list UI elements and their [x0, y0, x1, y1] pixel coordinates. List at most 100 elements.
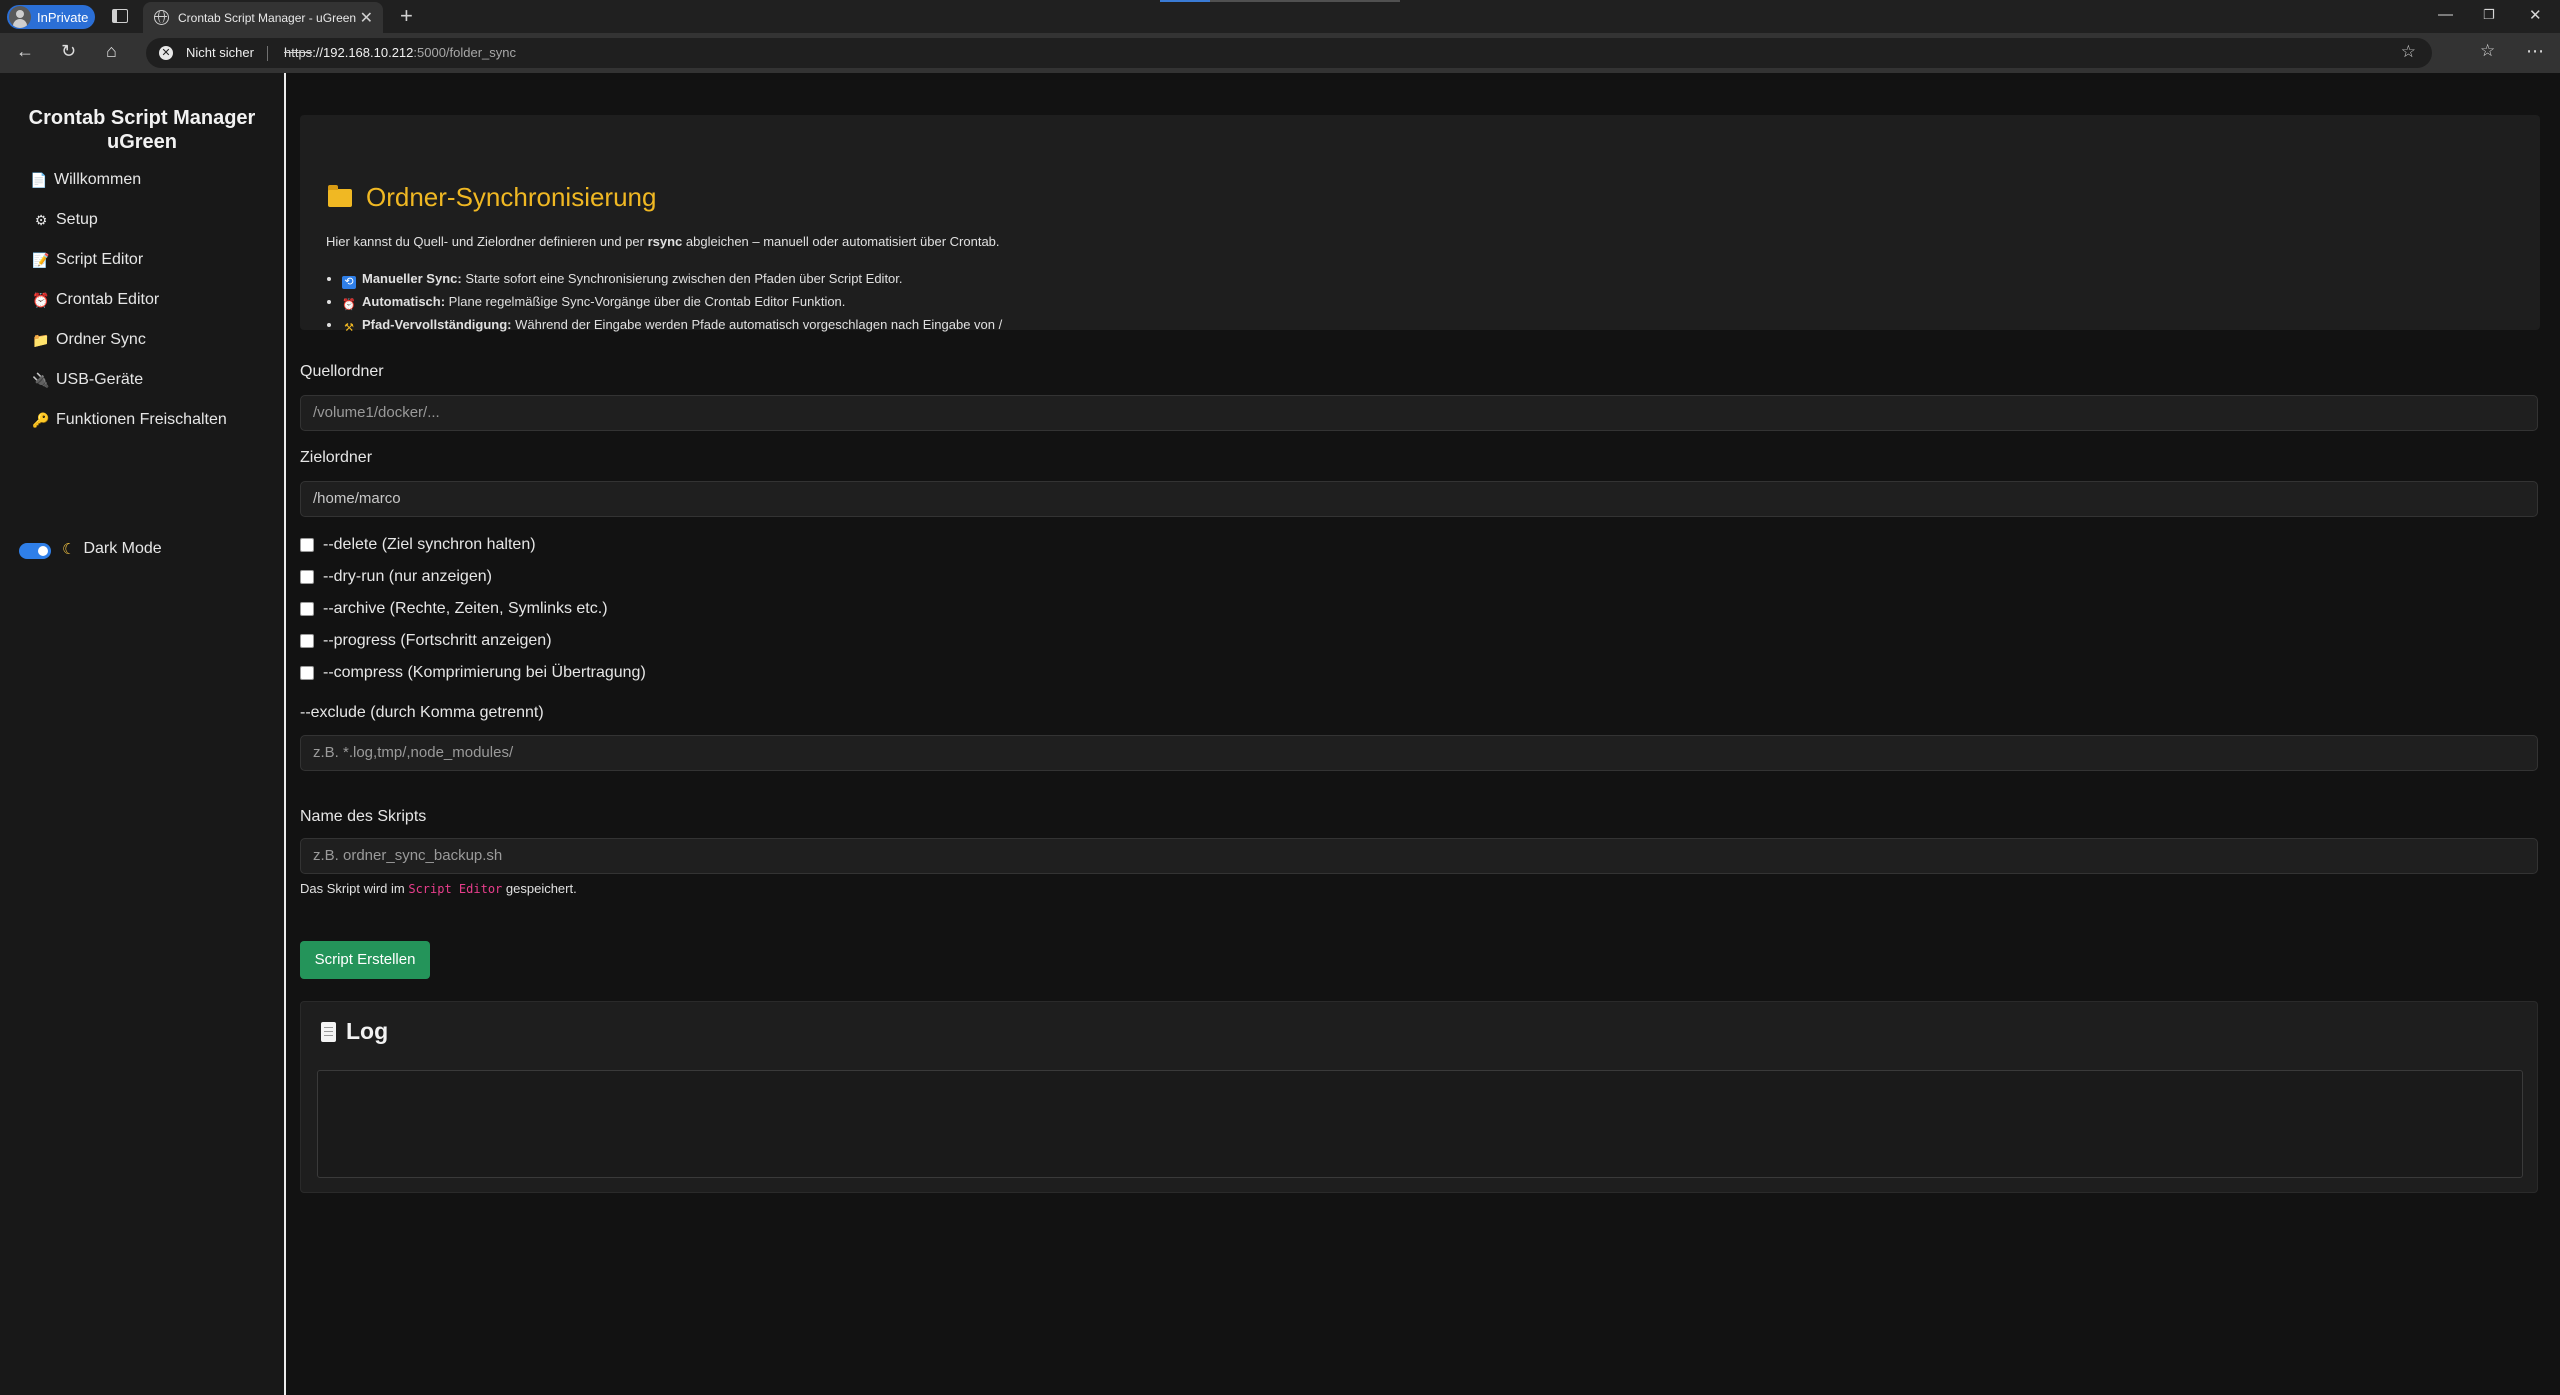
reload-icon[interactable]: ↻	[61, 41, 76, 62]
bullet-text: Plane regelmäßige Sync-Vorgänge über die…	[445, 294, 846, 309]
option-dry-run-label: --dry-run (nur anzeigen)	[323, 568, 492, 585]
moon-icon: ☾	[62, 541, 76, 558]
notepad-icon: 📝	[32, 251, 50, 268]
not-secure-icon[interactable]: ✕	[159, 46, 173, 60]
browser-toolbar: ← ↻ ⌂ ✕ Nicht sicher https://192.168.10.…	[0, 33, 2560, 73]
tools-icon: ⚒	[344, 322, 354, 334]
window-close-icon[interactable]: ✕	[2529, 6, 2542, 24]
sidebar-item-usb-geraete[interactable]: 🔌 USB-Geräte	[30, 371, 143, 389]
favorites-icon[interactable]: ☆	[2480, 41, 2495, 61]
restore-icon[interactable]: ❐	[2483, 7, 2495, 23]
folder-open-icon	[328, 184, 352, 207]
option-delete-checkbox[interactable]	[300, 538, 314, 552]
document-icon: 📄	[30, 171, 48, 188]
alarm-clock-icon: ⏰	[342, 299, 356, 311]
minimize-icon[interactable]: —	[2438, 6, 2453, 23]
gear-icon: ⚙	[34, 211, 48, 228]
sidebar-title: Crontab Script Manager uGreen	[28, 107, 256, 153]
script-name-label: Name des Skripts	[300, 808, 427, 825]
exclude-input[interactable]: z.B. *.log,tmp/,node_modules/	[300, 735, 2538, 771]
dark-mode-label: ☾ Dark Mode	[62, 540, 162, 558]
log-title-text: Log	[346, 1018, 389, 1044]
intro-card: Ordner-Synchronisierung Hier kannst du Q…	[300, 115, 2540, 334]
favorite-star-icon[interactable]: ☆	[2401, 42, 2416, 62]
sidebar-item-ordner-sync[interactable]: 📁 Ordner Sync	[30, 331, 146, 349]
url-path: :5000/folder_sync	[413, 45, 517, 60]
option-archive-checkbox[interactable]	[300, 602, 314, 616]
source-folder-label: Quellordner	[300, 363, 384, 380]
address-bar[interactable]: ✕ Nicht sicher https://192.168.10.212:50…	[146, 38, 2432, 68]
inprivate-badge[interactable]: InPrivate	[7, 5, 95, 29]
browser-titlebar: InPrivate Crontab Script Manager - uGree…	[0, 0, 2560, 33]
option-compress-row[interactable]: --compress (Komprimierung bei Übertragun…	[300, 664, 646, 682]
more-menu-icon[interactable]: ⋯	[2526, 41, 2544, 62]
source-folder-input[interactable]: /volume1/docker/...	[300, 395, 2538, 431]
hint-code: Script Editor	[408, 882, 503, 896]
intro-text-pre: Hier kannst du Quell- und Zielordner def…	[326, 234, 648, 249]
feature-list: ⟲ Manueller Sync: Starte sofort eine Sync…	[326, 271, 1002, 340]
sidebar-item-label: Crontab Editor	[56, 291, 160, 308]
target-folder-input[interactable]: /home/marco	[300, 481, 2538, 517]
script-save-hint: Das Skript wird im Script Editor gespeic…	[300, 881, 577, 896]
back-arrow-icon[interactable]: ←	[16, 41, 34, 62]
sidebar-item-label: Setup	[56, 211, 98, 228]
option-archive-row[interactable]: --archive (Rechte, Zeiten, Symlinks etc.…	[300, 600, 608, 618]
create-script-button[interactable]: Script Erstellen	[300, 941, 430, 979]
page-content: Crontab Script Manager uGreen 📄 Willkomm…	[0, 73, 2560, 1395]
intro-text-post: abgleichen – manuell oder automatisiert …	[682, 234, 1000, 249]
home-icon[interactable]: ⌂	[106, 41, 117, 62]
log-output[interactable]	[317, 1070, 2523, 1178]
profile-avatar-icon	[9, 6, 31, 28]
sidebar-item-willkommen[interactable]: 📄 Willkommen	[28, 171, 141, 189]
browser-tab-active[interactable]: Crontab Script Manager - uGreen ✕	[143, 2, 383, 33]
target-folder-label: Zielordner	[300, 449, 373, 466]
url-host: ://192.168.10.212	[312, 45, 414, 60]
option-compress-checkbox[interactable]	[300, 666, 314, 680]
option-progress-checkbox[interactable]	[300, 634, 314, 648]
sidebar-item-script-editor[interactable]: 📝 Script Editor	[30, 251, 143, 269]
option-delete-row[interactable]: --delete (Ziel synchron halten)	[300, 536, 536, 554]
alarm-clock-icon: ⏰	[32, 291, 50, 308]
option-dry-run-row[interactable]: --dry-run (nur anzeigen)	[300, 568, 492, 586]
loading-indicator	[1160, 0, 1400, 2]
key-icon: 🔑	[32, 411, 50, 428]
log-card: Log	[300, 1001, 2538, 1193]
bullet-bold: Manueller Sync:	[362, 271, 462, 286]
sidebar: Crontab Script Manager uGreen 📄 Willkomm…	[0, 73, 286, 1395]
sidebar-item-label: USB-Geräte	[56, 371, 144, 388]
option-dry-run-checkbox[interactable]	[300, 570, 314, 584]
page-title-text: Ordner-Synchronisierung	[366, 182, 657, 212]
list-item: ⚒ Pfad-Vervollständigung: Während der Ein…	[342, 317, 1002, 335]
new-tab-icon[interactable]: +	[400, 3, 413, 29]
list-item: ⏰ Automatisch: Plane regelmäßige Sync-Vor…	[342, 294, 1002, 312]
security-label[interactable]: Nicht sicher	[186, 45, 254, 60]
dark-mode-text: Dark Mode	[83, 540, 162, 557]
list-item: ⟲ Manueller Sync: Starte sofort eine Sync…	[342, 271, 1002, 289]
sidebar-item-label: Ordner Sync	[56, 331, 146, 348]
plug-icon: 🔌	[32, 371, 50, 388]
address-separator	[267, 46, 268, 61]
sidebar-item-funktionen-freischalten[interactable]: 🔑 Funktionen Freischalten	[30, 411, 227, 429]
log-title: Log	[321, 1018, 388, 1045]
globe-icon	[154, 10, 169, 25]
bullet-bold: Automatisch:	[362, 294, 446, 309]
document-icon	[321, 1021, 336, 1042]
option-compress-label: --compress (Komprimierung bei Übertragun…	[323, 664, 646, 681]
intro-text-bold: rsync	[647, 234, 683, 249]
tab-actions-icon[interactable]	[112, 9, 128, 23]
option-progress-row[interactable]: --progress (Fortschritt anzeigen)	[300, 632, 552, 650]
inprivate-label: InPrivate	[37, 9, 89, 25]
sidebar-item-crontab-editor[interactable]: ⏰ Crontab Editor	[30, 291, 159, 309]
bullet-bold: Pfad-Vervollständigung:	[362, 317, 512, 332]
sidebar-item-setup[interactable]: ⚙ Setup	[30, 211, 98, 229]
bullet-text: Während der Eingabe werden Pfade automat…	[511, 317, 1003, 332]
hint-pre: Das Skript wird im	[300, 881, 409, 896]
hint-post: gespeichert.	[502, 881, 577, 896]
bullet-text: Starte sofort eine Synchronisierung zwis…	[461, 271, 903, 286]
page-title: Ordner-Synchronisierung	[328, 182, 656, 213]
dark-mode-toggle[interactable]	[19, 543, 51, 559]
tab-close-icon[interactable]: ✕	[360, 8, 373, 28]
url-text[interactable]: https://192.168.10.212:5000/folder_sync	[284, 45, 516, 60]
script-name-input[interactable]: z.B. ordner_sync_backup.sh	[300, 838, 2538, 874]
sidebar-item-label: Funktionen Freischalten	[56, 411, 227, 428]
